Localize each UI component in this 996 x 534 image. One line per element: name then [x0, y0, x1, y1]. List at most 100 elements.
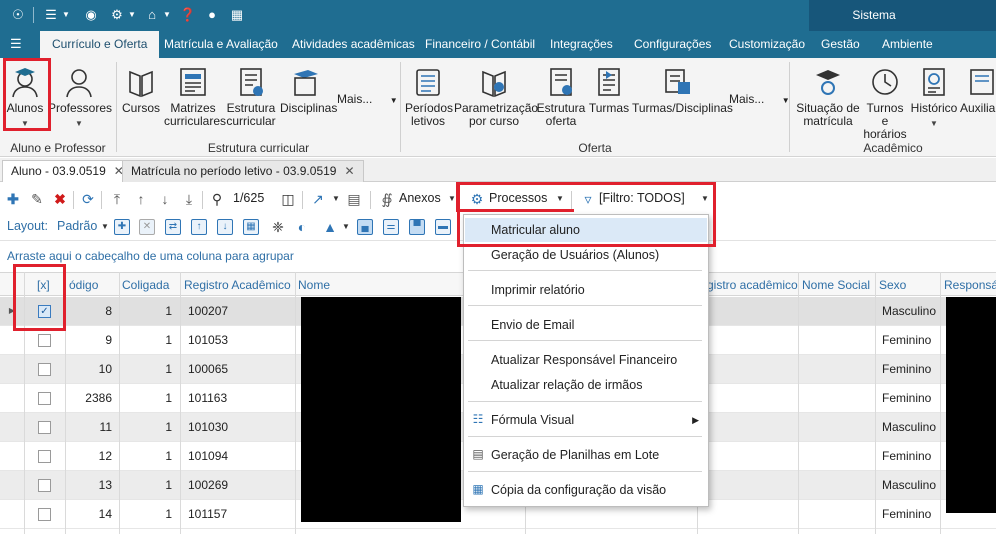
doc-tab-matricula[interactable]: Matrícula no período letivo - 03.9.0519 ✕: [122, 160, 364, 182]
layout-select[interactable]: Padrão: [57, 219, 97, 233]
oferta-more-button[interactable]: Mais... ▼: [729, 92, 790, 106]
globe-icon[interactable]: ●: [203, 6, 221, 24]
auxiliar-button[interactable]: Auxiliar: [960, 62, 996, 115]
menu-item-imprimir-relatorio[interactable]: Imprimir relatório: [465, 278, 707, 302]
next-record-icon[interactable]: ↓: [157, 190, 173, 208]
tab-gestao[interactable]: Gestão: [809, 31, 872, 58]
column-header-select[interactable]: [x]: [37, 278, 50, 292]
tab-curriculo-oferta[interactable]: Currículo e Oferta: [40, 31, 160, 58]
menu-item-geracao-planilhas[interactable]: ▤ Geração de Planilhas em Lote: [465, 443, 707, 467]
row-checkbox[interactable]: [38, 450, 51, 463]
filter-icon[interactable]: ▿: [580, 190, 596, 208]
column-header-outro-registro[interactable]: gistro acadêmico: [707, 278, 798, 292]
turnos-horarios-button[interactable]: Turnos e horários: [862, 62, 908, 141]
chart-icon[interactable]: ▲: [322, 218, 338, 236]
home-icon[interactable]: ⌂: [143, 6, 161, 24]
tab-customizacao[interactable]: Customização: [717, 31, 817, 58]
add-icon[interactable]: ✚: [5, 190, 21, 208]
document-icon[interactable]: ▤: [346, 190, 362, 208]
doc-tab-aluno[interactable]: Aluno - 03.9.0519 ✕: [2, 160, 133, 182]
delete-icon[interactable]: ✖: [52, 190, 68, 208]
menu-item-copia-configuracao[interactable]: ▦ Cópia da configuração da visão: [465, 478, 707, 502]
column-header-nome-social[interactable]: Nome Social: [802, 278, 870, 292]
application-menu-icon[interactable]: ☰: [10, 37, 24, 51]
historico-button[interactable]: Histórico ▼: [910, 62, 958, 130]
panel-view-icon[interactable]: ◫: [280, 190, 296, 208]
chevron-down-icon[interactable]: ▼: [444, 190, 460, 208]
grid-apps-icon[interactable]: ▦: [228, 6, 246, 24]
chevron-down-icon[interactable]: ▼: [128, 6, 136, 24]
menu-item-formula-visual[interactable]: ☷ Fórmula Visual ▶: [465, 408, 707, 432]
move-up-icon[interactable]: ↑: [191, 219, 207, 235]
edit-icon[interactable]: ✎: [29, 190, 45, 208]
filter-button[interactable]: [Filtro: TODOS]: [599, 191, 685, 205]
column-settings-icon[interactable]: ▦: [243, 219, 259, 235]
tab-atividades-academicas[interactable]: Atividades acadêmicas: [280, 31, 427, 58]
chevron-down-icon[interactable]: ▼: [328, 190, 344, 208]
column-header-nome[interactable]: Nome: [298, 278, 330, 292]
remove-column-icon[interactable]: ✕: [139, 219, 155, 235]
tab-integracoes[interactable]: Integrações: [538, 31, 625, 58]
disciplinas-button[interactable]: Disciplinas: [280, 62, 337, 115]
first-record-icon[interactable]: ⤒: [109, 190, 125, 208]
last-record-icon[interactable]: ⤓: [181, 190, 197, 208]
menu-item-atualizar-responsavel[interactable]: Atualizar Responsável Financeiro: [465, 348, 707, 372]
column-header-coligada[interactable]: Coligada: [122, 278, 169, 292]
eye-icon[interactable]: ◉: [82, 6, 100, 24]
matrizes-curriculares-button[interactable]: Matrizes curriculares: [164, 62, 226, 128]
app-logo-icon[interactable]: ☉: [9, 6, 27, 24]
cursos-button[interactable]: Cursos: [121, 62, 161, 115]
move-down-icon[interactable]: ↓: [217, 219, 233, 235]
chevron-down-icon[interactable]: ▼: [97, 218, 113, 236]
tab-configuracoes[interactable]: Configurações: [622, 31, 723, 58]
column-header-codigo[interactable]: ódigo: [69, 278, 98, 292]
settings-window-icon[interactable]: ⚙: [108, 6, 126, 24]
parametrizacao-button[interactable]: Parametrização por curso: [454, 62, 538, 128]
org-chart-icon[interactable]: ☰: [42, 6, 60, 24]
tab-financeiro-contabil[interactable]: Financeiro / Contábil: [413, 31, 547, 58]
row-checkbox[interactable]: [38, 479, 51, 492]
paperclip-icon[interactable]: ∯: [379, 190, 395, 208]
chevron-down-icon[interactable]: ▼: [338, 218, 354, 236]
move-column-icon[interactable]: ⇄: [165, 219, 181, 235]
tab-matricula-avaliacao[interactable]: Matrícula e Avaliação: [152, 31, 290, 58]
tab-ambiente[interactable]: Ambiente: [870, 31, 945, 58]
close-icon[interactable]: ✕: [344, 164, 354, 178]
menu-item-envio-email[interactable]: Envio de Email: [465, 313, 707, 337]
layout-single-icon[interactable]: ▬: [435, 219, 451, 235]
layout-bottom-panel-icon[interactable]: ▄: [357, 219, 373, 235]
situacao-matricula-button[interactable]: Situação de matrícula: [796, 62, 860, 128]
alunos-button[interactable]: Alunos ▼: [5, 62, 45, 130]
previous-record-icon[interactable]: ↑: [133, 190, 149, 208]
menu-item-geracao-usuarios[interactable]: Geração de Usuários (Alunos): [465, 243, 707, 267]
chevron-down-icon[interactable]: ▼: [62, 6, 70, 24]
layout-split-icon[interactable]: ⚌: [383, 219, 399, 235]
chevron-down-icon[interactable]: ▼: [697, 190, 713, 208]
periodos-letivos-button[interactable]: Períodos letivos: [405, 62, 453, 128]
column-header-sexo[interactable]: Sexo: [879, 278, 906, 292]
refresh-icon[interactable]: ⟳: [80, 190, 96, 208]
turmas-button[interactable]: Turmas: [588, 62, 630, 115]
professores-button[interactable]: Professores ▼: [48, 62, 112, 130]
estrutura-oferta-button[interactable]: Estrutura oferta: [536, 62, 586, 128]
layout-top-panel-icon[interactable]: ▀: [409, 219, 425, 235]
chevron-down-icon[interactable]: ▼: [163, 6, 171, 24]
processos-button[interactable]: Processos: [489, 191, 547, 205]
menu-item-atualizar-irmaos[interactable]: Atualizar relação de irmãos: [465, 373, 707, 397]
gear-icon[interactable]: ⚙: [469, 190, 485, 208]
row-checkbox[interactable]: ✓: [38, 305, 51, 318]
help-icon[interactable]: ❓: [179, 6, 197, 24]
row-checkbox[interactable]: [38, 421, 51, 434]
row-checkbox[interactable]: [38, 392, 51, 405]
row-checkbox[interactable]: [38, 508, 51, 521]
anexos-button[interactable]: Anexos: [399, 191, 441, 205]
pin-icon[interactable]: ❈: [270, 218, 286, 236]
export-icon[interactable]: ↗: [310, 190, 326, 208]
add-column-icon[interactable]: ✚: [114, 219, 130, 235]
chevron-down-icon[interactable]: ▼: [552, 190, 568, 208]
column-header-responsavel[interactable]: Responsáv: [944, 278, 996, 292]
search-icon[interactable]: ⚲: [209, 190, 225, 208]
turmas-disciplinas-button[interactable]: Turmas/Disciplinas: [632, 62, 733, 115]
row-checkbox[interactable]: [38, 334, 51, 347]
estrutura-curricular-button[interactable]: Estrutura curricular: [224, 62, 278, 128]
